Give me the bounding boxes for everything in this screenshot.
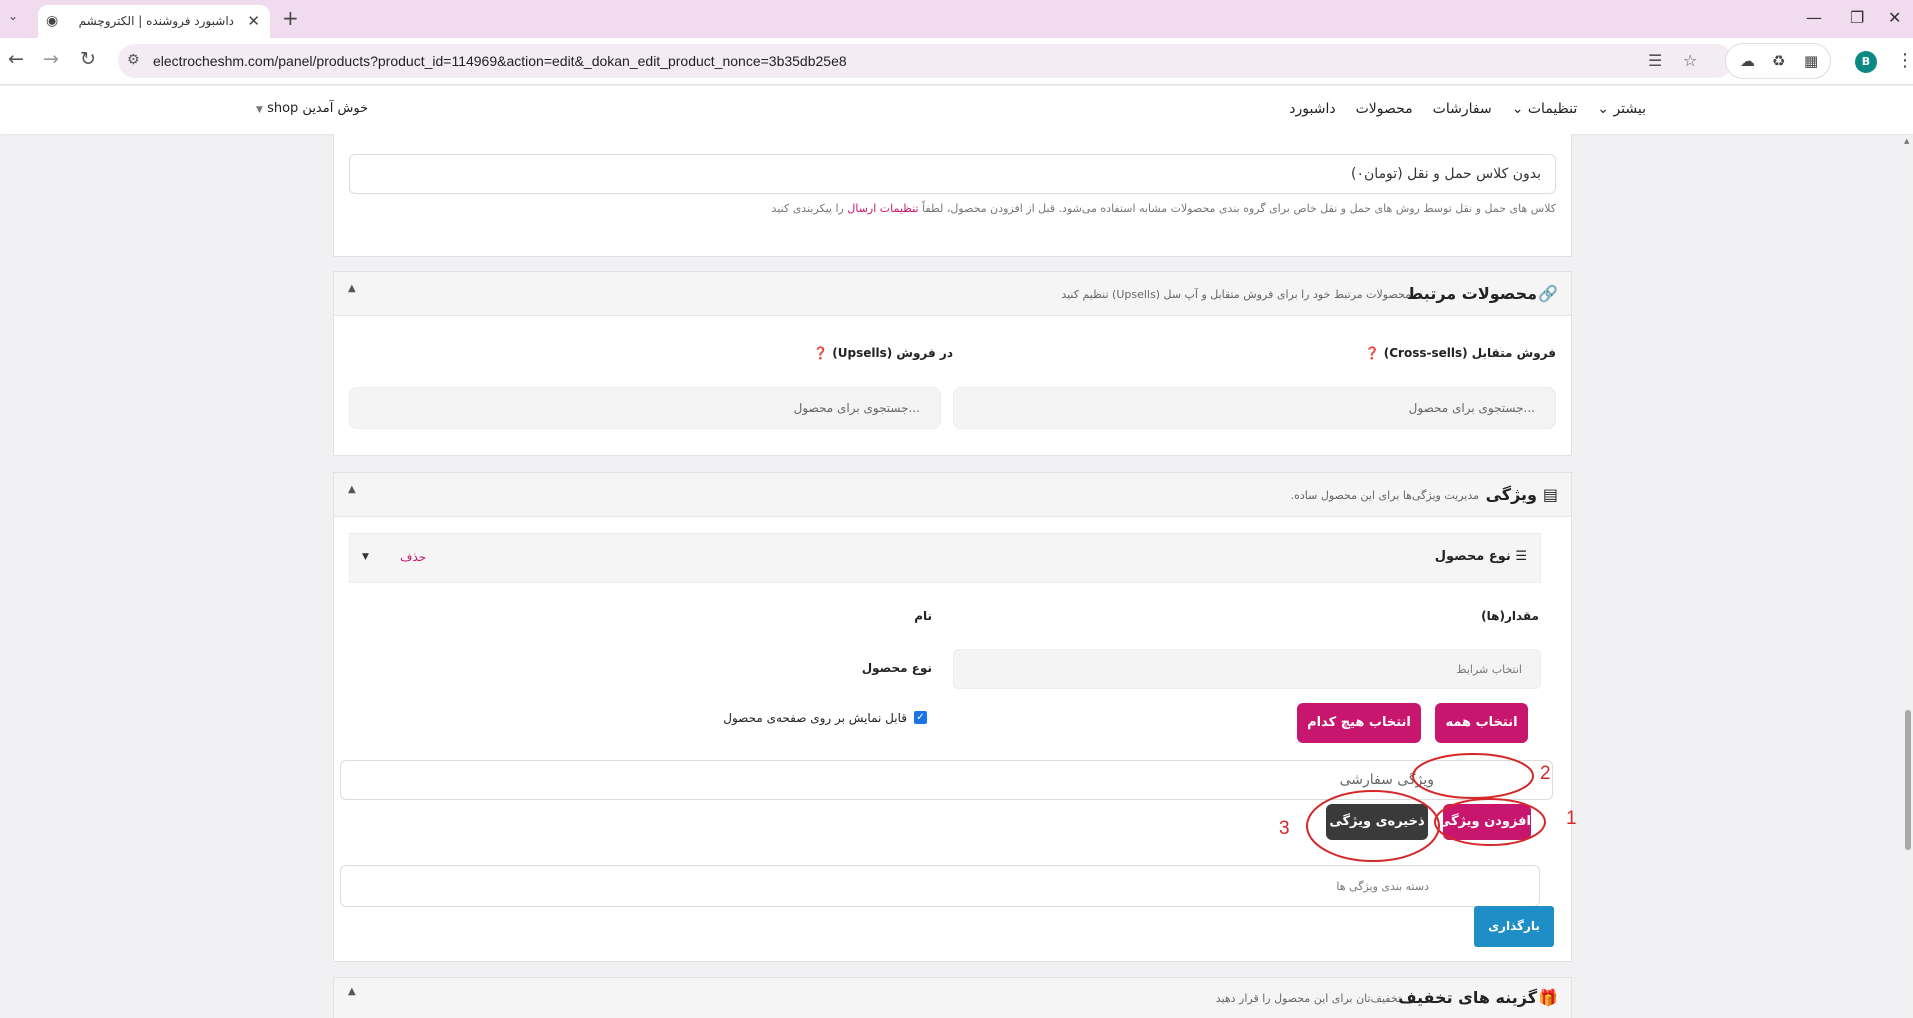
collapse-caret-icon[interactable]: ▲ xyxy=(348,986,356,997)
list-icon: ▤ xyxy=(1542,485,1558,504)
linked-products-header[interactable]: 🔗 محصولات مرتبط محصولات مرتبط خود را برا… xyxy=(334,272,1571,316)
attribute-category-input[interactable]: دسته بندی ویژگی ها xyxy=(340,865,1540,907)
discount-title: گزینه های تخفیف xyxy=(1397,988,1537,1007)
upsells-search-input[interactable]: ...جستجوی برای محصول xyxy=(349,387,941,429)
attribute-name-value: نوع محصول xyxy=(861,661,932,675)
values-label: مقدار(ها) xyxy=(1481,609,1539,623)
reload-icon[interactable]: ↻ xyxy=(80,48,96,70)
browser-address-bar: ← → ↻ ⚙ electrocheshm.com/panel/products… xyxy=(0,38,1913,85)
back-arrow-icon[interactable]: ← xyxy=(8,48,24,70)
attribute-terms-select[interactable]: انتخاب شرایط xyxy=(953,649,1541,689)
new-tab-icon[interactable]: + xyxy=(282,6,299,30)
site-settings-icon[interactable]: ⚙ xyxy=(127,52,140,68)
shipping-class-value: بدون کلاس حمل و نقل (تومان۰) xyxy=(1351,166,1541,182)
delete-attribute-link[interactable]: حذف xyxy=(400,550,426,564)
forward-arrow-icon[interactable]: → xyxy=(43,48,59,70)
save-attribute-button[interactable]: ذخیره‌ی ویژگی xyxy=(1326,804,1428,840)
menu-item-orders[interactable]: سفارشات xyxy=(1433,101,1492,117)
menu-item-settings[interactable]: تنظیمات ⌄ xyxy=(1512,101,1578,117)
help-question-icon[interactable]: ❓ xyxy=(813,346,828,360)
profile-avatar[interactable]: B xyxy=(1855,51,1877,73)
drag-handle-icon[interactable]: ☰ xyxy=(1515,549,1527,564)
gift-icon: 🎁 xyxy=(1538,988,1558,1007)
collapse-caret-icon[interactable]: ▲ xyxy=(348,484,356,495)
welcome-user-menu[interactable]: ▼ shop خوش آمدین xyxy=(256,101,368,116)
extension-sync-icon[interactable]: ♻ xyxy=(1772,52,1785,70)
shipping-help-text: کلاس های حمل و نقل توسط روش های حمل و نق… xyxy=(771,202,1556,215)
extensions-group: ☁ ♻ ▦ xyxy=(1725,43,1831,79)
attributes-panel: ▤ ویژگی مدیریت ویژگی‌ها برای این محصول س… xyxy=(333,472,1572,962)
attribute-item-header[interactable]: ☰ نوع محصول حذف ▼ xyxy=(349,533,1541,583)
tab-title: داشبورد فروشنده | الکتروچشم xyxy=(78,14,234,28)
scroll-up-arrow-icon[interactable]: ▲ xyxy=(1904,137,1909,145)
attributes-header[interactable]: ▤ ویژگی مدیریت ویژگی‌ها برای این محصول س… xyxy=(334,473,1571,517)
select-none-button[interactable]: انتخاب هیچ کدام xyxy=(1297,703,1421,743)
name-label: نام xyxy=(914,609,932,623)
attributes-description: مدیریت ویژگی‌ها برای این محصول ساده. xyxy=(1290,489,1479,502)
url-omnibox[interactable]: ⚙ electrocheshm.com/panel/products?produ… xyxy=(118,44,1733,78)
shipping-settings-link[interactable]: تنظیمات ارسال xyxy=(847,202,918,215)
annotation-number-3: 3 xyxy=(1279,818,1290,839)
chevron-down-icon: ⌄ xyxy=(1597,101,1609,117)
crosssells-search-input[interactable]: ...جستجوی برای محصول xyxy=(953,387,1556,429)
shipping-class-select[interactable]: بدون کلاس حمل و نقل (تومان۰) xyxy=(349,154,1556,194)
tab-close-icon[interactable]: ✕ xyxy=(247,12,260,30)
shipping-panel: بدون کلاس حمل و نقل (تومان۰) کلاس های حم… xyxy=(333,134,1572,257)
translate-icon[interactable]: ☰ xyxy=(1648,51,1662,70)
browser-tab-bar: ⌄ ◉ داشبورد فروشنده | الکتروچشم ✕ + — ❐ … xyxy=(0,0,1913,38)
select-all-button[interactable]: انتخاب همه xyxy=(1435,703,1528,743)
bookmark-star-icon[interactable]: ☆ xyxy=(1683,51,1697,70)
window-minimize-icon[interactable]: — xyxy=(1806,8,1822,27)
url-text[interactable]: electrocheshm.com/panel/products?product… xyxy=(153,53,847,69)
eye-favicon-icon: ◉ xyxy=(46,13,59,29)
chevron-down-icon: ⌄ xyxy=(1511,101,1524,117)
help-question-icon[interactable]: ❓ xyxy=(1365,346,1380,360)
dashboard-menu: داشبورد محصولات سفارشات تنظیمات ⌄ بیشتر … xyxy=(1289,101,1646,117)
visible-on-product-label: قابل نمایش بر روی صفحه‌ی محصول xyxy=(723,711,907,725)
extension-cloud-icon[interactable]: ☁ xyxy=(1740,52,1755,70)
browser-menu-icon[interactable]: ⋮ xyxy=(1896,50,1913,71)
browser-tab-active[interactable]: ◉ داشبورد فروشنده | الکتروچشم ✕ xyxy=(38,5,270,38)
tab-search-chevron-icon[interactable]: ⌄ xyxy=(8,9,18,23)
window-restore-icon[interactable]: ❐ xyxy=(1850,8,1864,27)
annotation-number-2: 2 xyxy=(1540,763,1551,784)
upsells-label: در فروش (Upsells) ❓ xyxy=(813,346,953,360)
annotation-number-1: 1 xyxy=(1566,808,1577,829)
page-scrollbar[interactable]: ▲ xyxy=(1903,135,1913,1018)
site-header: داشبورد محصولات سفارشات تنظیمات ⌄ بیشتر … xyxy=(0,86,1913,134)
extensions-puzzle-icon[interactable]: ▦ xyxy=(1804,52,1818,70)
linked-products-panel: 🔗 محصولات مرتبط محصولات مرتبط خود را برا… xyxy=(333,271,1572,456)
attribute-item-name: ☰ نوع محصول xyxy=(1434,549,1527,564)
scrollbar-thumb[interactable] xyxy=(1905,710,1911,850)
crosssells-label: فروش متقابل (Cross-sells) ❓ xyxy=(1364,346,1556,360)
caret-down-icon: ▼ xyxy=(256,105,263,115)
collapse-caret-icon[interactable]: ▲ xyxy=(348,283,356,294)
visible-on-product-checkbox[interactable]: ✓ xyxy=(914,711,927,724)
expand-caret-icon[interactable]: ▼ xyxy=(362,552,369,562)
menu-item-more[interactable]: بیشتر ⌄ xyxy=(1597,101,1646,117)
linked-products-title: محصولات مرتبط xyxy=(1406,284,1537,303)
load-attributes-button[interactable]: بارگذاری xyxy=(1474,906,1554,947)
add-attribute-button[interactable]: افزودن ویژگی xyxy=(1438,804,1531,840)
attributes-title: ویژگی xyxy=(1485,485,1537,504)
custom-attribute-input[interactable]: ویژگی سفارشی xyxy=(340,760,1553,800)
window-close-icon[interactable]: ✕ xyxy=(1888,8,1901,27)
discount-description: تخفیف‌تان برای این محصول را قرار دهید xyxy=(1215,992,1401,1005)
menu-item-dashboard[interactable]: داشبورد xyxy=(1289,101,1335,117)
linked-products-description: محصولات مرتبط خود را برای فروش متقابل و … xyxy=(1061,288,1411,301)
discount-panel[interactable]: 🎁 گزینه های تخفیف تخفیف‌تان برای این محص… xyxy=(333,977,1572,1018)
link-icon: 🔗 xyxy=(1538,284,1558,303)
menu-item-products[interactable]: محصولات xyxy=(1356,101,1413,117)
